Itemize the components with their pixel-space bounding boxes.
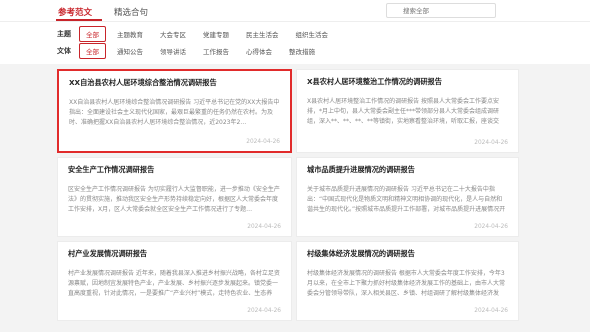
theme-chip-theme-education[interactable]: 主题教育 [111, 27, 149, 41]
theme-filter-label: 主题 [57, 30, 71, 38]
article-card[interactable]: 村级集体经济发展情况的调研报告 村级集体经济发展情况的调研报告 根据市人大常委会… [296, 241, 519, 321]
article-excerpt: 村产业发展情况调研报告 近年来，随着我县深入推进乡村振兴战略，各村立足资源禀赋，… [68, 270, 280, 297]
article-date: 2024-04-26 [247, 308, 281, 314]
article-card[interactable]: 村产业发展情况调研报告 村产业发展情况调研报告 近年来，随着我县深入推进乡村振兴… [57, 241, 292, 321]
article-title[interactable]: 城市品质提升进展情况的调研报告 [307, 165, 508, 175]
genre-filter-label: 文体 [57, 47, 71, 55]
article-title[interactable]: X县农村人居环境整治工作情况的调研报告 [307, 77, 508, 87]
article-excerpt: 关于城市品质提升进展情况的调研报告 习近平总书记在二十大报告中指出：“中国式现代… [307, 186, 506, 213]
genre-filter-row: 文体 全部 通知公告 领导讲话 工作报告 心得体会 整改措施 [57, 43, 326, 59]
tab-selected-sentences[interactable]: 精选合句 [114, 6, 148, 18]
article-excerpt: XX自治县农村人居环境综合整治情况调研报告 习近平总书记在党的XX大报告中指出：… [69, 99, 280, 126]
article-excerpt: 区安全生产工作情况调研报告 为切实履行人大监督职能，进一步推动《安全生产法》的贯… [68, 186, 280, 213]
genre-chip-speeches[interactable]: 领导讲话 [154, 44, 192, 58]
article-card[interactable]: 城市品质提升进展情况的调研报告 关于城市品质提升进展情况的调研报告 习近平总书记… [296, 157, 519, 237]
article-title[interactable]: 安全生产工作情况调研报告 [68, 165, 281, 175]
article-date: 2024-04-26 [247, 224, 281, 230]
theme-chip-congress[interactable]: 大会专区 [154, 27, 192, 41]
theme-chip-organization-life[interactable]: 组织生活会 [290, 27, 335, 41]
genre-chip-work-reports[interactable]: 工作报告 [197, 44, 235, 58]
article-card[interactable]: X县农村人居环境整治工作情况的调研报告 X县农村人居环境整治工作情况的调研报告 … [296, 69, 519, 153]
search-input[interactable] [386, 3, 496, 18]
app-root: 参考范文 精选合句 主题 全部 主题教育 大会专区 党建专题 民主生活会 组织生… [0, 0, 590, 332]
genre-chip-reflections[interactable]: 心得体会 [240, 44, 278, 58]
theme-chip-all[interactable]: 全部 [79, 26, 106, 42]
tab-reference-essays[interactable]: 参考范文 [58, 6, 92, 18]
article-card[interactable]: 安全生产工作情况调研报告 区安全生产工作情况调研报告 为切实履行人大监督职能，进… [57, 157, 292, 237]
article-date: 2024-04-26 [246, 139, 280, 145]
article-date: 2024-04-26 [474, 140, 508, 146]
genre-chip-all[interactable]: 全部 [79, 43, 106, 59]
filter-panel: 主题 全部 主题教育 大会专区 党建专题 民主生活会 组织生活会 文体 全部 通… [0, 22, 590, 64]
genre-chip-notices[interactable]: 通知公告 [111, 44, 149, 58]
top-tab-bar: 参考范文 精选合句 [0, 0, 590, 22]
article-card[interactable]: XX自治县农村人居环境综合整治情况调研报告 XX自治县农村人居环境综合整治情况调… [57, 69, 292, 153]
theme-filter-row: 主题 全部 主题教育 大会专区 党建专题 民主生活会 组织生活会 [57, 26, 339, 42]
active-tab-indicator [56, 19, 102, 21]
article-excerpt: X县农村人居环境整治工作情况的调研报告 按照县人大常委会工作要点安排，*月上中旬… [307, 98, 500, 125]
article-title[interactable]: 村产业发展情况调研报告 [68, 249, 281, 259]
article-title[interactable]: XX自治县农村人居环境综合整治情况调研报告 [69, 78, 280, 88]
article-date: 2024-04-26 [474, 308, 508, 314]
theme-chip-party-building[interactable]: 党建专题 [197, 27, 235, 41]
article-title[interactable]: 村级集体经济发展情况的调研报告 [307, 249, 508, 259]
genre-chip-rectification[interactable]: 整改措施 [283, 44, 321, 58]
article-excerpt: 村级集体经济发展情况的调研报告 根据市人大常委会年度工作安排，今年3月以来，在全… [307, 270, 506, 297]
article-date: 2024-04-26 [474, 224, 508, 230]
theme-chip-democratic-life[interactable]: 民主生活会 [240, 27, 285, 41]
